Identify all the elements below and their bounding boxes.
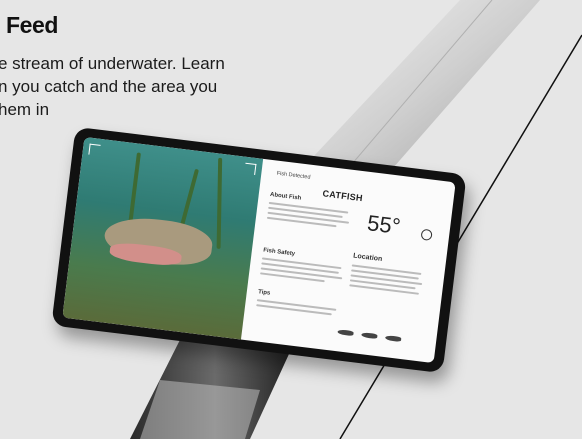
- hero-desc-line: hem in: [0, 100, 50, 119]
- fish-icon: [385, 335, 402, 343]
- hero-desc-line: n you catch and the area you: [0, 77, 218, 96]
- sun-icon: [420, 228, 433, 241]
- underwater-photo: [62, 136, 263, 340]
- fish-name: CATFISH: [322, 188, 364, 204]
- safety-heading: Fish Safety: [262, 247, 296, 258]
- hero-title: l Feed: [0, 12, 59, 38]
- detected-label: Fish Detected: [276, 170, 311, 181]
- temperature-value: 55°: [365, 210, 402, 239]
- location-heading: Location: [352, 252, 383, 264]
- about-heading: About Fish: [269, 191, 302, 202]
- fish-info-panel: Fish Detected CATFISH About Fish 55° Fis…: [244, 159, 456, 363]
- fish-icon: [337, 329, 355, 337]
- fish-icons-row: [337, 329, 402, 343]
- tips-heading: Tips: [257, 289, 271, 297]
- hero-description: e stream of underwater. Learn n you catc…: [0, 52, 288, 121]
- fish-icon: [361, 332, 378, 340]
- hero-desc-line: e stream of underwater. Learn: [0, 54, 225, 73]
